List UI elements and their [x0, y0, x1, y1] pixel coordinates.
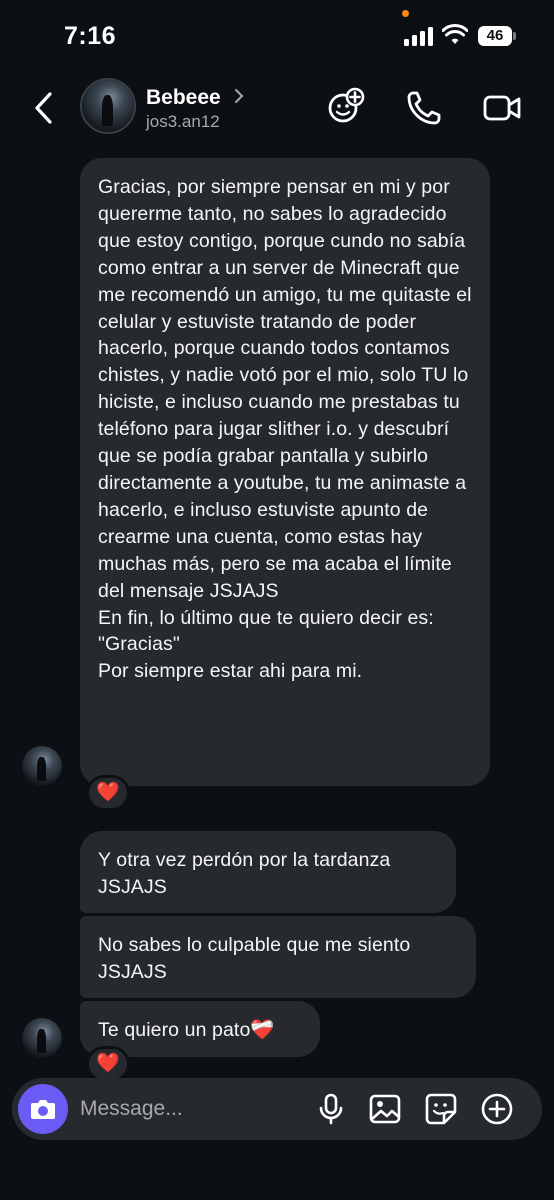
privacy-indicator-dot [402, 10, 409, 17]
chevron-right-icon[interactable] [232, 86, 246, 106]
battery-icon: 46 [478, 26, 516, 46]
sticker-icon[interactable] [424, 1092, 458, 1126]
message-paragraph: Por siempre estar ahi para mi. [98, 660, 363, 683]
chat-header: Bebeee jos3.an12 [0, 70, 554, 146]
camera-icon [31, 1100, 55, 1119]
gallery-icon[interactable] [368, 1092, 402, 1126]
home-indicator-area [0, 1160, 554, 1200]
message-bubble[interactable]: Y otra vez perdón por la tardanza JSJAJS [80, 831, 456, 913]
wifi-icon [442, 24, 468, 44]
back-icon[interactable] [30, 90, 60, 126]
avatar[interactable] [22, 746, 62, 786]
contact-name[interactable]: Bebeee [146, 86, 221, 110]
avatar[interactable] [80, 78, 136, 134]
avatar[interactable] [22, 1018, 62, 1058]
message-bubble[interactable]: No sabes lo culpable que me siento JSJAJ… [80, 916, 476, 998]
battery-level: 46 [478, 26, 512, 46]
heart-reaction[interactable]: ❤️ [86, 1046, 130, 1082]
message-paragraph: Gracias, por siempre pensar en mi y por … [98, 176, 472, 602]
message-paragraph: En fin, lo último que te quiero decir es… [98, 606, 434, 656]
microphone-icon[interactable] [314, 1092, 348, 1126]
message-input[interactable]: Message... [80, 1097, 183, 1121]
status-bar: 7:16 46 [0, 0, 554, 70]
heart-reaction[interactable]: ❤️ [86, 775, 130, 811]
message-composer: Message... [12, 1078, 542, 1140]
status-time: 7:16 [64, 22, 117, 50]
message-text: Y otra vez perdón por la tardanza JSJAJS [98, 849, 391, 898]
plus-icon[interactable] [480, 1092, 514, 1126]
contact-username[interactable]: jos3.an12 [146, 112, 220, 132]
message-text: Te quiero un pato❤️‍🩹 [98, 1019, 275, 1041]
effects-icon[interactable] [326, 86, 366, 126]
message-text: No sabes lo culpable que me siento JSJAJ… [98, 934, 411, 983]
message-bubble[interactable]: Gracias, por siempre pensar en mi y por … [80, 158, 490, 786]
cellular-signal-icon [404, 26, 434, 46]
video-icon[interactable] [482, 88, 522, 128]
camera-button[interactable] [18, 1084, 68, 1134]
phone-icon[interactable] [404, 88, 444, 128]
